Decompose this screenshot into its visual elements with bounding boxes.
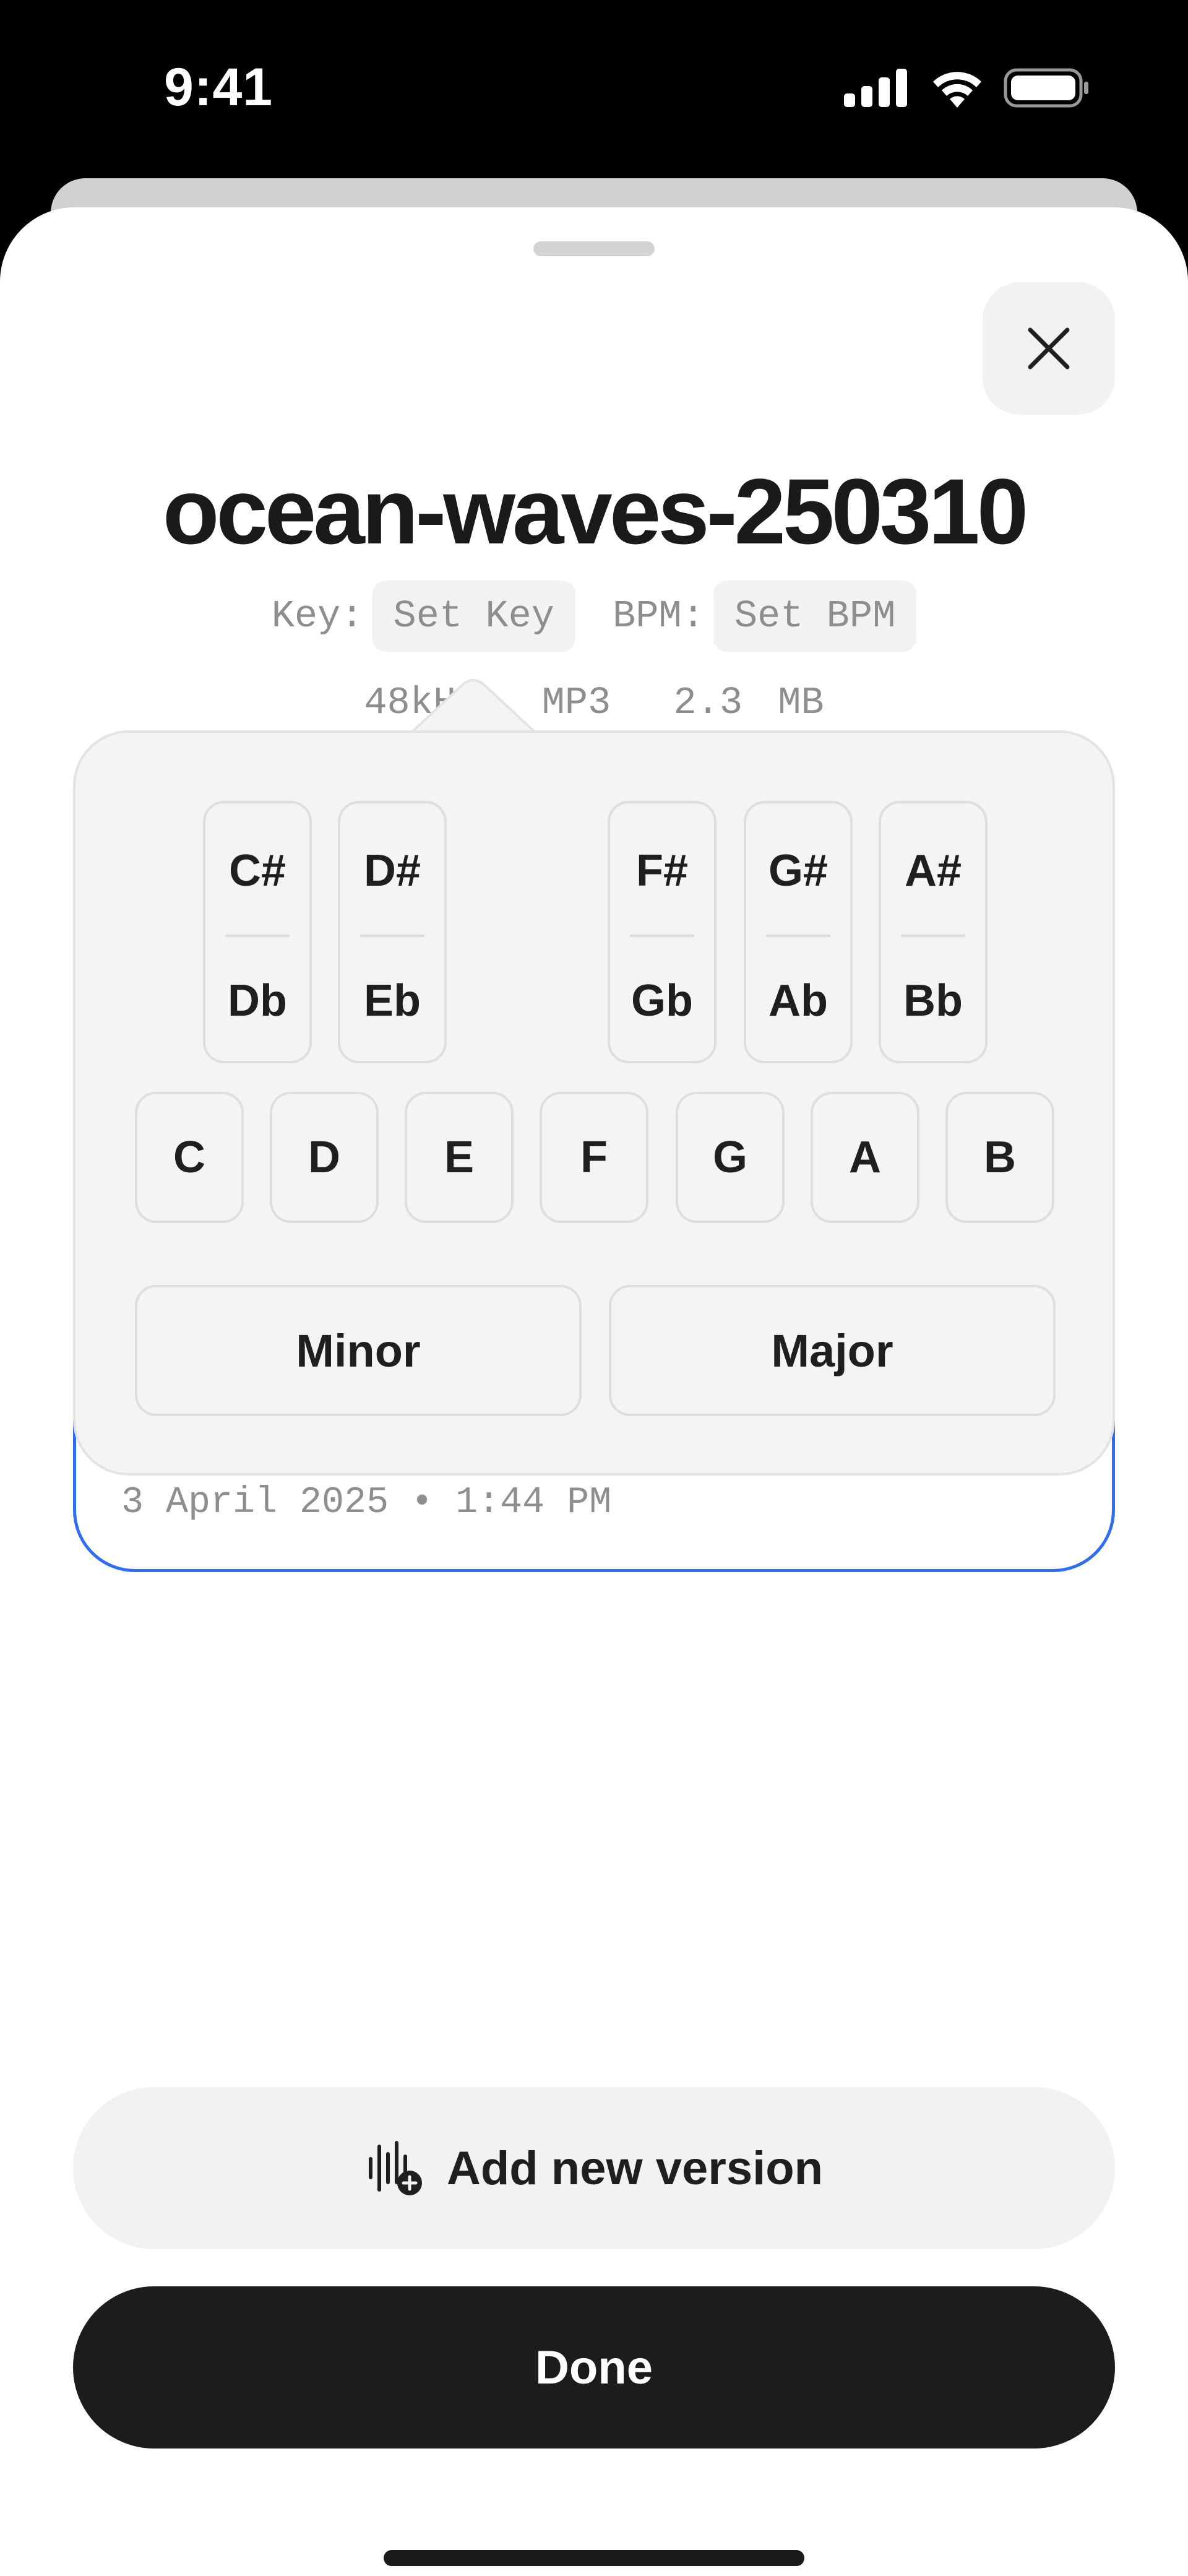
key-flat-label: Bb — [903, 976, 963, 1026]
add-version-button[interactable]: Add new version — [73, 2087, 1115, 2249]
set-key-button[interactable]: Set Key — [372, 581, 575, 652]
close-icon — [1028, 327, 1070, 370]
key-flat-label: Gb — [631, 976, 693, 1026]
key-sharp-label: A# — [904, 846, 962, 896]
sheet-grabber[interactable] — [533, 241, 655, 256]
key-d-sharp[interactable]: D# Eb — [338, 801, 447, 1063]
minor-button[interactable]: Minor — [135, 1285, 582, 1416]
done-button[interactable]: Done — [73, 2286, 1115, 2448]
popover-arrow — [407, 679, 540, 738]
key-c[interactable]: C — [135, 1092, 244, 1223]
key-b[interactable]: B — [945, 1092, 1054, 1223]
file-size: 2.3 MB — [673, 681, 824, 725]
waveform-plus-icon — [368, 2141, 422, 2195]
key-g[interactable]: G — [676, 1092, 785, 1223]
key-a[interactable]: A — [811, 1092, 919, 1223]
key-f-sharp[interactable]: F# Gb — [608, 801, 717, 1063]
key-divider — [901, 935, 965, 937]
key-e[interactable]: E — [405, 1092, 514, 1223]
key-divider — [225, 935, 290, 937]
major-button[interactable]: Major — [609, 1285, 1056, 1416]
status-icons — [844, 68, 1089, 108]
battery-icon — [1004, 68, 1088, 108]
track-meta-row: Key: Set Key BPM: Set BPM — [0, 581, 1188, 652]
bpm-label: BPM: — [613, 594, 705, 638]
track-title: ocean-waves-250310 — [162, 459, 1028, 563]
key-label: Key: — [271, 594, 364, 638]
key-sharp-label: C# — [228, 846, 286, 896]
file-format: MP3 — [541, 681, 611, 725]
set-bpm-button[interactable]: Set BPM — [713, 581, 917, 652]
signal-icon — [844, 69, 907, 107]
key-flat-label: Db — [228, 976, 287, 1026]
key-divider — [630, 935, 694, 937]
key-a-sharp[interactable]: A# Bb — [879, 801, 988, 1063]
key-flat-label: Ab — [768, 976, 828, 1026]
key-sharp-label: D# — [363, 846, 421, 896]
key-divider — [360, 935, 424, 937]
wifi-icon — [933, 72, 981, 108]
status-bar: 9:41 — [0, 0, 1188, 179]
key-f[interactable]: F — [540, 1092, 648, 1223]
key-sharp-label: F# — [635, 846, 689, 896]
file-info: 48kHz MP3 2.3 MB — [0, 681, 1188, 725]
add-version-label: Add new version — [446, 2142, 824, 2195]
key-sharp-label: G# — [768, 846, 829, 896]
version-date: 3 April 2025 • 1:44 PM — [121, 1482, 612, 1524]
key-c-sharp[interactable]: C# Db — [203, 801, 312, 1063]
key-picker-popover: C# Db D# Eb F# Gb G# Ab A# Bb C D E F G … — [73, 730, 1115, 1476]
close-button[interactable] — [983, 282, 1115, 415]
key-flat-label: Eb — [363, 976, 421, 1026]
key-divider — [766, 935, 830, 937]
status-time: 9:41 — [164, 58, 273, 117]
key-d[interactable]: D — [270, 1092, 379, 1223]
key-g-sharp[interactable]: G# Ab — [744, 801, 853, 1063]
home-indicator — [384, 2550, 804, 2566]
